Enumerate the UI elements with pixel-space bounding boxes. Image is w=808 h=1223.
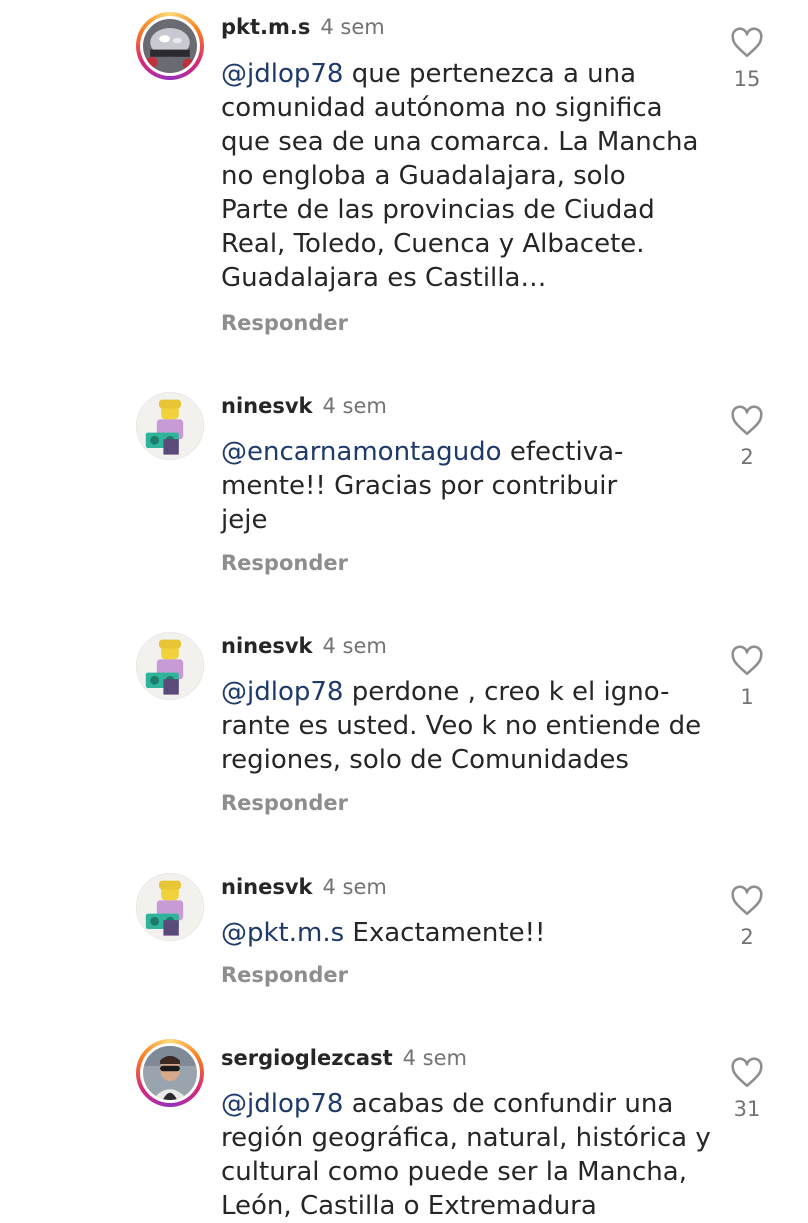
comment-meta: ninesvk 4 sem: [221, 874, 387, 900]
avatar[interactable]: [136, 1039, 204, 1107]
comment-text: @jdlop78 acabas de confundir una región …: [221, 1087, 711, 1223]
timestamp: 4 sem: [322, 394, 387, 418]
lego-figure-avatar-icon: [137, 633, 203, 699]
reply-button[interactable]: Responder: [221, 790, 348, 816]
heart-icon[interactable]: [730, 1056, 764, 1090]
username[interactable]: sergioglezcast: [221, 1046, 393, 1070]
mention-link[interactable]: @jdlop78: [221, 677, 343, 707]
timestamp: 4 sem: [320, 15, 385, 39]
timestamp: 4 sem: [402, 1046, 467, 1070]
heart-icon[interactable]: [730, 884, 764, 918]
helmet-avatar-icon: [143, 19, 197, 73]
comment-meta: ninesvk 4 sem: [221, 393, 387, 419]
mention-link[interactable]: @jdlop78: [221, 59, 343, 89]
comment-body: que pertenezca a una comunidad autónoma …: [221, 59, 699, 293]
username[interactable]: ninesvk: [221, 634, 313, 658]
like-control: 31: [722, 1056, 772, 1122]
comment-body: Exactamente!!: [344, 918, 546, 948]
heart-icon[interactable]: [730, 644, 764, 678]
username[interactable]: ninesvk: [221, 875, 313, 899]
reply-button[interactable]: Responder: [221, 310, 348, 336]
comment-text: @jdlop78 perdone , creo k el igno- rante…: [221, 675, 701, 777]
like-control: 15: [722, 26, 772, 92]
comment-meta: sergioglezcast 4 sem: [221, 1045, 467, 1071]
heart-icon[interactable]: [730, 404, 764, 438]
mention-link[interactable]: @pkt.m.s: [221, 918, 344, 948]
avatar[interactable]: [136, 632, 204, 700]
mention-link[interactable]: @encarnamontagudo: [221, 437, 502, 467]
avatar[interactable]: [136, 392, 204, 460]
like-control: 2: [722, 884, 772, 950]
like-count: 2: [740, 445, 754, 469]
avatar[interactable]: [136, 12, 204, 80]
heart-icon[interactable]: [730, 26, 764, 60]
person-photo-avatar-icon: [143, 1046, 197, 1100]
comment-text: @encarnamontagudo efectiva- mente!! Grac…: [221, 435, 623, 537]
username[interactable]: ninesvk: [221, 394, 313, 418]
lego-figure-avatar-icon: [137, 393, 203, 459]
lego-figure-avatar-icon: [137, 874, 203, 940]
avatar[interactable]: [136, 873, 204, 941]
comment-meta: pkt.m.s 4 sem: [221, 14, 385, 40]
like-control: 2: [722, 404, 772, 470]
reply-button[interactable]: Responder: [221, 550, 348, 576]
like-count: 1: [740, 685, 754, 709]
comment-text: @pkt.m.s Exactamente!!: [221, 916, 545, 950]
reply-button[interactable]: Responder: [221, 962, 348, 988]
like-control: 1: [722, 644, 772, 710]
username[interactable]: pkt.m.s: [221, 15, 310, 39]
like-count: 15: [733, 67, 761, 91]
comment-text: @jdlop78 que pertenezca a una comunidad …: [221, 57, 698, 295]
timestamp: 4 sem: [322, 634, 387, 658]
mention-link[interactable]: @jdlop78: [221, 1089, 343, 1119]
timestamp: 4 sem: [322, 875, 387, 899]
comment-meta: ninesvk 4 sem: [221, 633, 387, 659]
like-count: 2: [740, 925, 754, 949]
like-count: 31: [733, 1097, 761, 1121]
